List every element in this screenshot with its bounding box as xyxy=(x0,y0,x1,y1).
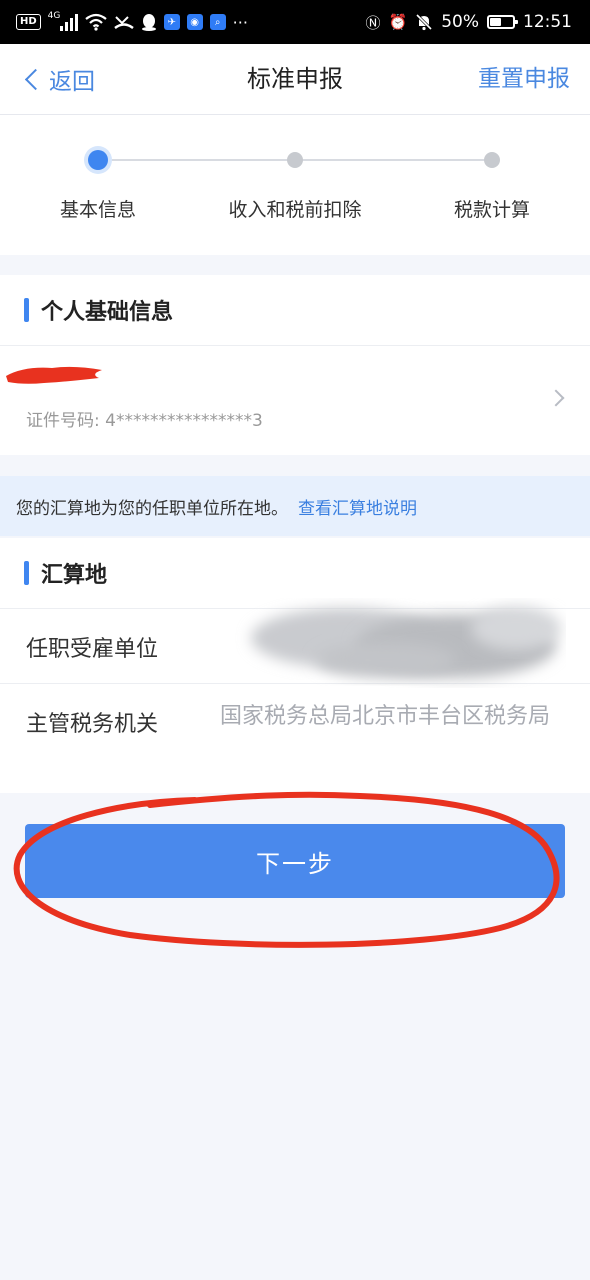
section-accent-bar xyxy=(24,298,29,322)
step-dot-tax-calculation xyxy=(484,152,500,168)
employer-label: 任职受雇单位 xyxy=(26,637,159,662)
bell-off-icon xyxy=(416,13,433,31)
messenger-app-icon: ✈ xyxy=(163,14,180,30)
tax-office-label: 主管税务机关 xyxy=(26,712,159,737)
id-number-label: 证件号码: xyxy=(26,411,100,431)
next-step-button[interactable]: 下一步 xyxy=(25,824,565,898)
id-number-value: 4****************3 xyxy=(105,411,263,431)
personal-info-card: 个人基础信息 证件号码: 4****************3 xyxy=(0,275,590,455)
wifi-icon xyxy=(84,13,107,31)
missed-call-icon xyxy=(113,16,134,29)
status-left: HD 4G ✈ ◉ ⌕ ··· xyxy=(16,0,248,44)
qq-icon xyxy=(141,14,156,31)
step-dot-income-deductions xyxy=(287,152,303,168)
tax-location-help-link[interactable]: 查看汇算地说明 xyxy=(298,494,417,519)
step-label-income-deductions: 收入和税前扣除 xyxy=(228,199,362,221)
step-dot-basic-info xyxy=(88,150,108,170)
nav-bar: 标准申报 返回 重置申报 xyxy=(0,44,590,115)
battery-fill xyxy=(490,18,501,26)
taxpayer-row[interactable]: 证件号码: 4****************3 xyxy=(0,346,590,455)
tax-office-row: 主管税务机关 国家税务总局北京市丰台区税务局 xyxy=(0,683,590,794)
status-right: Ⓝ ⏰ 50% 12:51 xyxy=(366,0,573,44)
signal-strength-icon: 4G xyxy=(47,11,78,31)
reset-declaration-button[interactable]: 重置申报 xyxy=(478,44,570,114)
personal-info-title: 个人基础信息 xyxy=(41,300,174,325)
back-button[interactable]: 返回 xyxy=(22,44,95,114)
more-notifications-icon: ··· xyxy=(232,12,248,32)
chevron-left-icon xyxy=(24,68,47,90)
chevron-right-icon xyxy=(547,389,565,407)
step-label-tax-calculation: 税款计算 xyxy=(453,199,531,221)
redacted-employer-blur xyxy=(251,606,561,678)
step-label-basic-info: 基本信息 xyxy=(59,199,137,221)
tax-location-title: 汇算地 xyxy=(41,563,108,588)
progress-stepper: 基本信息 收入和税前扣除 税款计算 xyxy=(0,115,590,255)
back-label: 返回 xyxy=(49,69,95,95)
status-bar: HD 4G ✈ ◉ ⌕ ··· Ⓝ ⏰ 50% 12:51 xyxy=(0,0,590,44)
clock: 12:51 xyxy=(523,12,572,32)
bulb-app-icon: ◉ xyxy=(186,14,203,30)
tax-location-card: 汇算地 任职受雇单位 主管税务机关 国家税务总局北京市丰台区税务局 xyxy=(0,538,590,793)
section-accent-bar xyxy=(24,561,29,585)
tax-location-notice: 您的汇算地为您的任职单位所在地。 查看汇算地说明 xyxy=(0,476,590,536)
battery-percent: 50% xyxy=(441,12,479,32)
network-type-label: 4G xyxy=(47,11,61,21)
id-number: 证件号码: 4****************3 xyxy=(26,406,263,431)
notice-text: 您的汇算地为您的任职单位所在地。 xyxy=(16,498,288,519)
search-app-icon: ⌕ xyxy=(209,14,226,30)
tax-office-value: 国家税务总局北京市丰台区税务局 xyxy=(220,704,551,729)
hd-badge: HD xyxy=(16,14,41,30)
redacted-name-scribble xyxy=(6,366,102,384)
battery-icon xyxy=(487,15,518,29)
nfc-icon: Ⓝ xyxy=(365,13,381,32)
alarm-icon: ⏰ xyxy=(388,13,408,31)
personal-info-header: 个人基础信息 xyxy=(0,275,590,346)
